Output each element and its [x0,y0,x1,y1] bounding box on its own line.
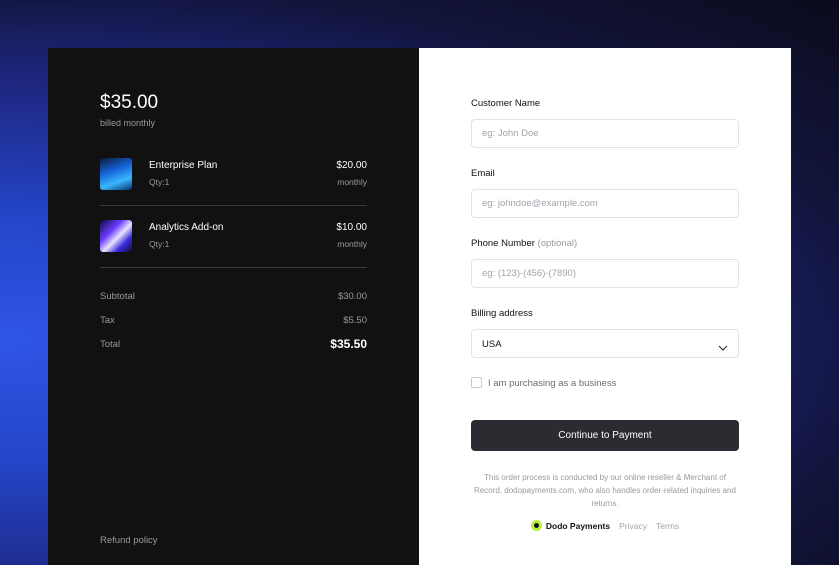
item-period: monthly [337,177,367,187]
product-image [100,220,132,252]
item-name: Enterprise Plan [149,160,218,171]
total-value: $35.50 [330,337,367,351]
billing-address-label: Billing address [471,308,533,319]
brand-name: Dodo Payments [545,520,611,531]
email-label: Email [471,168,495,179]
item-period: monthly [337,239,367,249]
total-row: Total $35.50 [100,337,367,353]
privacy-link[interactable]: Privacy [619,521,647,531]
order-summary-panel: $35.00 billed monthly Enterprise Plan Qt… [48,48,419,565]
total-label: Total [100,339,121,350]
brand: Dodo Payments [530,520,611,531]
terms-link[interactable]: Terms [656,521,679,531]
total-amount: $35.00 [100,92,159,113]
refund-policy-link[interactable]: Refund policy [100,535,158,546]
tax-value: $5.50 [343,315,367,326]
item-name: Analytics Add-on [149,222,224,233]
billing-period: billed monthly [100,118,156,128]
divider [100,205,367,206]
phone-label-text: Phone Number [471,238,535,249]
item-qty: Qty:1 [149,239,170,249]
chevron-down-icon [718,339,728,351]
item-price: $20.00 [336,160,367,171]
tax-row: Tax $5.50 [100,315,367,329]
customer-name-label: Customer Name [471,98,541,109]
email-input[interactable] [471,189,739,218]
product-image [100,158,132,190]
dodo-logo-icon [530,520,542,531]
selected-country: USA [482,339,502,350]
subtotal-row: Subtotal $30.00 [100,291,367,305]
item-qty: Qty:1 [149,177,170,187]
customer-name-input[interactable] [471,119,739,148]
business-checkbox[interactable] [471,377,482,388]
optional-tag: (optional) [537,238,578,249]
subtotal-value: $30.00 [337,291,367,302]
phone-input[interactable] [471,259,739,288]
tax-label: Tax [100,315,115,326]
checkout-card: $35.00 billed monthly Enterprise Plan Qt… [48,48,791,565]
merchant-disclaimer: This order process is conducted by our o… [474,473,736,508]
phone-label: Phone Number (optional) [471,238,577,249]
divider [100,267,367,268]
business-checkbox-label[interactable]: I am purchasing as a business [488,378,616,389]
line-item: Analytics Add-on Qty:1 $10.00 monthly [100,220,367,254]
subtotal-label: Subtotal [100,291,135,302]
continue-to-payment-button[interactable]: Continue to Payment [471,420,739,451]
billing-country-select[interactable]: USA [471,329,739,358]
item-price: $10.00 [336,222,367,233]
footer-links: Dodo Payments Privacy Terms [471,520,739,531]
line-item: Enterprise Plan Qty:1 $20.00 monthly [100,158,367,192]
payment-form-panel: Customer Name Email Phone Number (option… [419,48,791,565]
